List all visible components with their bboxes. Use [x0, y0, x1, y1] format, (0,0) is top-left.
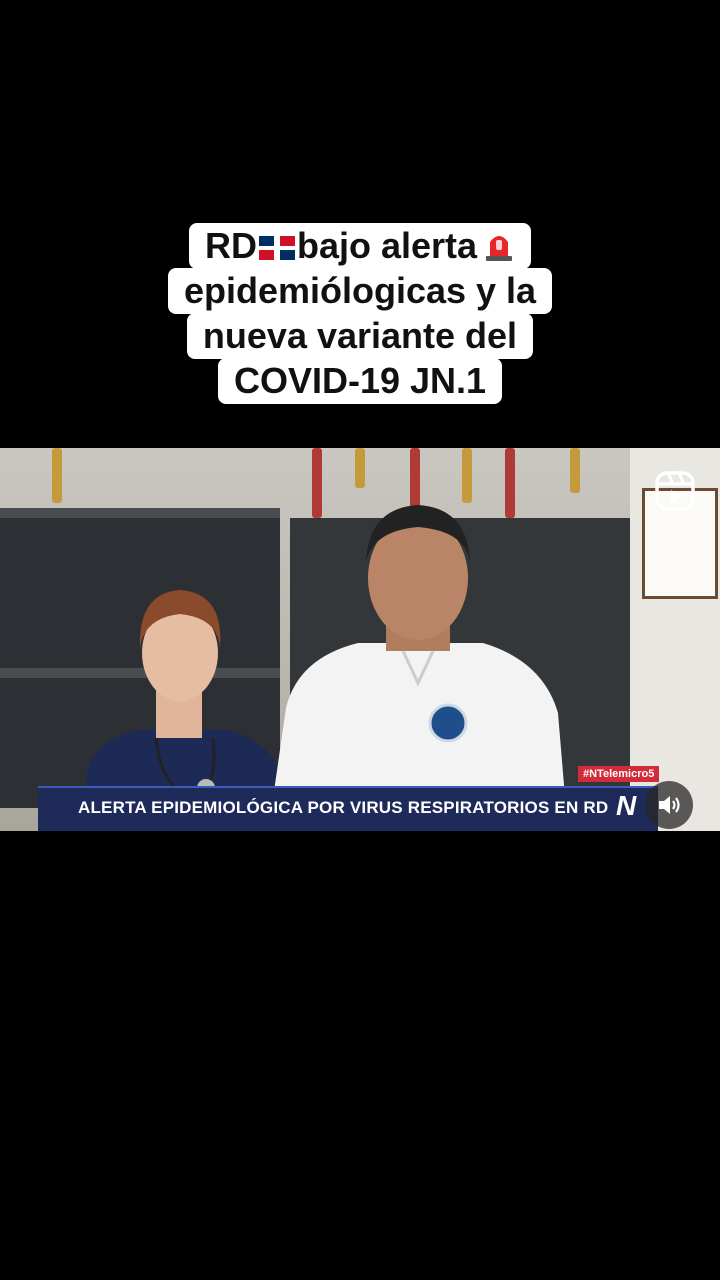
caption-line-4: COVID-19 JN.1 — [217, 358, 503, 404]
video-player[interactable]: #NTelemicro5 ALERTA EPIDEMIOLÓGICA POR V… — [0, 448, 720, 831]
lower-third-text: ALERTA EPIDEMIOLÓGICA POR VIRUS RESPIRAT… — [78, 798, 609, 817]
caption-line-2: epidemiólogicas y la — [167, 268, 553, 314]
caption-line-1: RD bajo alerta — [188, 223, 532, 269]
volume-button[interactable] — [645, 781, 693, 829]
news-lower-third: ALERTA EPIDEMIOLÓGICA POR VIRUS RESPIRAT… — [38, 786, 658, 831]
volume-icon — [659, 796, 680, 814]
caption-text-rd: RD — [204, 225, 257, 266]
police-light-icon — [486, 236, 513, 261]
reels-icon[interactable] — [654, 470, 696, 512]
caption-text-bajo-alerta: bajo alerta — [296, 225, 478, 266]
caption-line-3: nueva variante del — [186, 313, 534, 359]
person-doctor — [268, 505, 568, 831]
hashtag-label: #NTelemicro5 — [578, 766, 660, 782]
dominican-flag-icon — [258, 236, 295, 260]
caption-overlay: RD bajo alerta epidemiólogicas y la nuev… — [0, 223, 720, 404]
